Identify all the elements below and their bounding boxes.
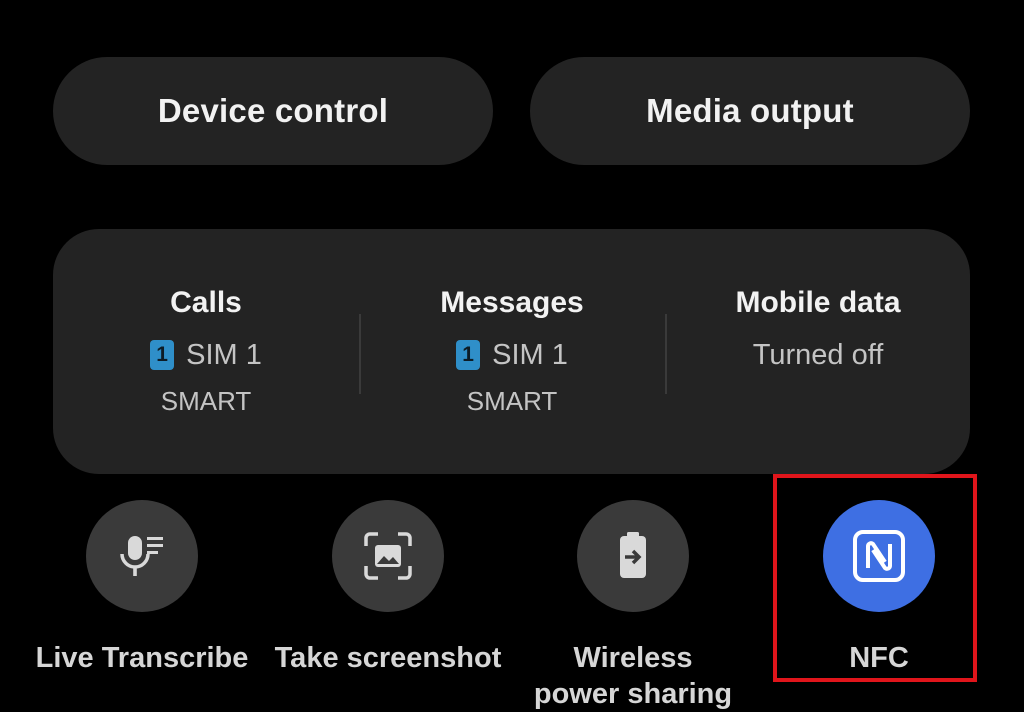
live-transcribe-label: Live Transcribe	[35, 642, 249, 674]
sim-1-badge-icon: 1	[150, 340, 175, 370]
calls-sim-label: SIM 1	[186, 338, 262, 371]
calls-title: Calls	[170, 286, 242, 319]
take-screenshot-toggle[interactable]	[332, 500, 444, 612]
messages-carrier: SMART	[466, 386, 558, 416]
take-screenshot-tile[interactable]: Take screenshot	[268, 500, 508, 700]
calls-carrier: SMART	[160, 386, 252, 416]
live-transcribe-tile[interactable]: Live Transcribe	[22, 500, 262, 700]
messages-sim-line: 1 SIM 1	[456, 338, 568, 372]
mobile-data-sim-selector[interactable]: Mobile data Turned off	[665, 229, 971, 474]
messages-title: Messages	[440, 286, 584, 319]
wireless-power-sharing-label: Wireless power sharing	[533, 642, 733, 710]
media-output-label: Media output	[646, 92, 854, 129]
screenshot-icon	[364, 532, 412, 580]
media-output-button[interactable]: Media output	[530, 57, 970, 165]
mobile-data-status: Turned off	[752, 338, 884, 371]
live-transcribe-toggle[interactable]	[86, 500, 198, 612]
calls-sim-selector[interactable]: Calls 1 SIM 1 SMART	[53, 229, 359, 474]
sim-1-badge-icon: 1	[456, 340, 481, 370]
wireless-power-sharing-tile[interactable]: Wireless power sharing	[513, 500, 753, 710]
messages-sim-label: SIM 1	[492, 338, 568, 371]
sim-card-manager-panel: Calls 1 SIM 1 SMART Messages 1 SIM 1 SMA…	[53, 229, 970, 474]
microphone-transcribe-icon	[120, 536, 163, 576]
battery-share-icon	[620, 532, 646, 578]
device-control-label: Device control	[157, 92, 389, 129]
nfc-highlight-frame	[773, 474, 977, 682]
take-screenshot-label: Take screenshot	[274, 642, 502, 674]
device-control-button[interactable]: Device control	[53, 57, 493, 165]
calls-sim-line: 1 SIM 1	[150, 338, 262, 372]
messages-sim-selector[interactable]: Messages 1 SIM 1 SMART	[359, 229, 665, 474]
mobile-data-title: Mobile data	[735, 286, 901, 319]
wireless-power-sharing-toggle[interactable]	[577, 500, 689, 612]
